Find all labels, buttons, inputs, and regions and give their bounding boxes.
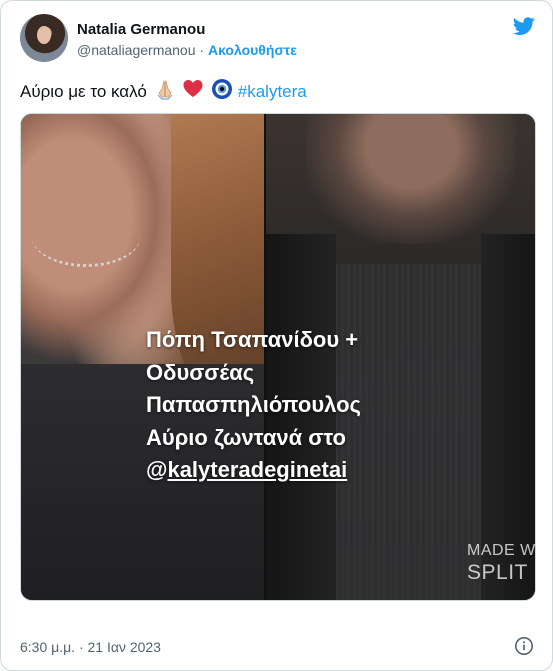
overlay-mention: @kalyteradeginetai [146,454,446,487]
avatar[interactable] [20,14,68,62]
author-handle[interactable]: @nataliagermanou [77,42,196,58]
photo-necklace [31,204,141,267]
info-icon[interactable] [514,636,534,656]
author-meta: @nataliagermanou · Ακολουθήστε [77,41,297,59]
watermark-line-1: MADE W [467,542,536,559]
avatar-face [37,26,51,44]
meta-separator: · [199,42,205,58]
watermark-line-2: SPLIT P [467,561,535,584]
tweet-text: Αύριο με το καλό #kalytera [20,78,307,104]
overlay-mention-at: @ [146,457,168,482]
follow-link[interactable]: Ακολουθήστε [208,42,297,58]
overlay-line-2: Οδυσσέας [146,359,255,385]
tweet-body: Αύριο με το καλό [20,82,147,101]
hashtag-link[interactable]: #kalytera [238,82,307,101]
tweet-media-image[interactable]: Πόπη Τσαπανίδου + Οδυσσέας Παπασπηλιόπου… [20,113,536,601]
overlay-line-1: Πόπη Τσαπανίδου + [146,327,359,352]
twitter-bird-icon[interactable] [511,15,537,37]
tweet-card: Natalia Germanou @nataliagermanou · Ακολ… [0,0,553,671]
tweet-timestamp[interactable]: 6:30 μ.μ. · 21 Ιαν 2023 [20,638,161,656]
folded-hands-icon [157,79,173,100]
media-overlay-text: Πόπη Τσαπανίδου + Οδυσσέας Παπασπηλιόπου… [146,324,446,487]
overlay-line-3: Παπασπηλιόπουλος [146,392,361,417]
overlay-mention-name: kalyteradeginetai [167,457,348,482]
photo-face [306,114,516,244]
author-name[interactable]: Natalia Germanou [77,21,205,39]
app-watermark: MADE W SPLIT P [467,540,536,584]
nazar-amulet-icon [212,79,233,99]
red-heart-icon [183,80,203,97]
overlay-line-4: Αύριο ζωντανά στο [146,424,346,450]
